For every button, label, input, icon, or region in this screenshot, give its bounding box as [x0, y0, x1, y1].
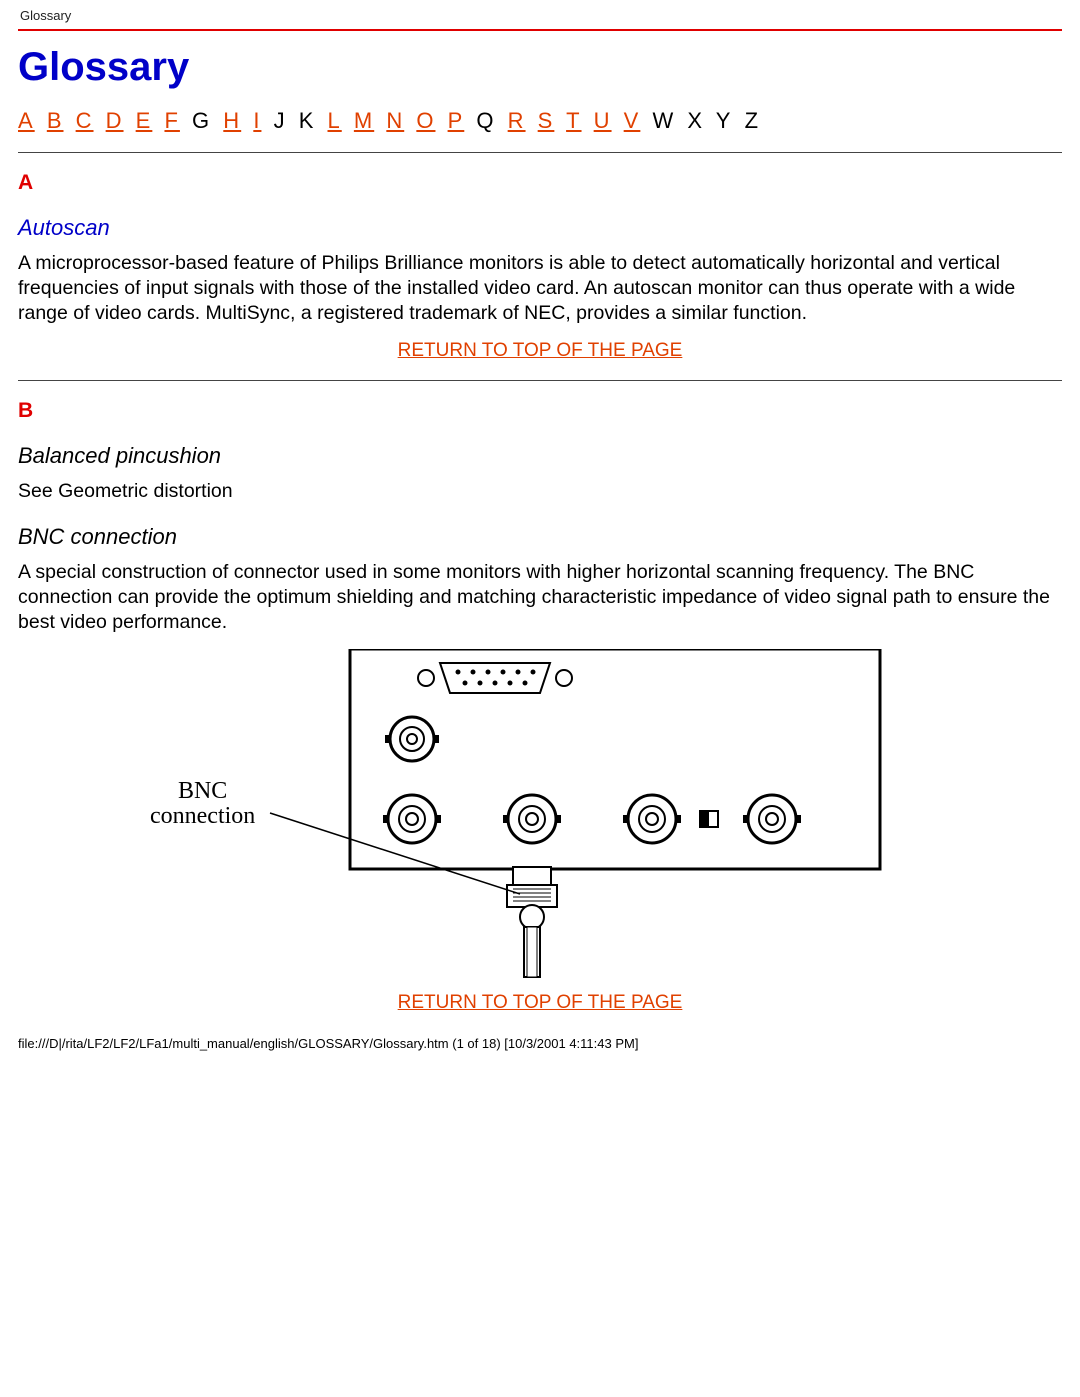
- page-title: Glossary: [18, 45, 1062, 90]
- alpha-index: A B C D E F G H I J K L M N O P Q R S T …: [18, 108, 1062, 134]
- alpha-letter-q: Q: [476, 108, 495, 133]
- alpha-letter-y: Y: [716, 108, 733, 133]
- alpha-letter-w: W: [652, 108, 675, 133]
- alpha-letter-v[interactable]: V: [624, 108, 641, 133]
- header-divider: [18, 29, 1062, 31]
- alpha-letter-m[interactable]: M: [354, 108, 374, 133]
- divider: [18, 152, 1062, 153]
- section-letter-a: A: [18, 171, 1062, 195]
- alpha-letter-u[interactable]: U: [594, 108, 612, 133]
- alpha-letter-r[interactable]: R: [508, 108, 526, 133]
- desc-bnc-connection: A special construction of connector used…: [18, 560, 1062, 635]
- alpha-letter-g: G: [192, 108, 211, 133]
- return-top-link[interactable]: RETURN TO TOP OF THE PAGE: [398, 340, 683, 361]
- alpha-letter-d[interactable]: D: [106, 108, 124, 133]
- alpha-letter-b[interactable]: B: [47, 108, 64, 133]
- section-letter-b: B: [18, 399, 1062, 423]
- alpha-letter-i[interactable]: I: [253, 108, 261, 133]
- alpha-letter-o[interactable]: O: [416, 108, 435, 133]
- term-bnc-connection: BNC connection: [18, 524, 1062, 550]
- alpha-letter-x: X: [687, 108, 704, 133]
- return-top-link[interactable]: RETURN TO TOP OF THE PAGE: [398, 992, 683, 1013]
- alpha-letter-z: Z: [745, 108, 760, 133]
- bnc-diagram: BNC connection: [160, 649, 920, 984]
- footer-path: file:///D|/rita/LF2/LF2/LFa1/multi_manua…: [18, 1036, 1062, 1051]
- alpha-letter-s[interactable]: S: [538, 108, 555, 133]
- alpha-letter-k: K: [299, 108, 316, 133]
- bnc-diagram-label: BNC connection: [150, 779, 255, 829]
- return-link-1[interactable]: RETURN TO TOP OF THE PAGE: [18, 340, 1062, 362]
- alpha-letter-a[interactable]: A: [18, 108, 35, 133]
- alpha-letter-p[interactable]: P: [448, 108, 465, 133]
- page-header-small: Glossary: [20, 8, 1062, 23]
- alpha-letter-j: J: [274, 108, 287, 133]
- desc-autoscan: A microprocessor-based feature of Philip…: [18, 251, 1062, 326]
- return-link-2[interactable]: RETURN TO TOP OF THE PAGE: [18, 992, 1062, 1014]
- term-balanced-pincushion: Balanced pincushion: [18, 443, 1062, 469]
- alpha-letter-c[interactable]: C: [76, 108, 94, 133]
- alpha-letter-h[interactable]: H: [223, 108, 241, 133]
- bnc-plug: [507, 867, 557, 977]
- alpha-letter-f[interactable]: F: [164, 108, 179, 133]
- alpha-letter-t[interactable]: T: [566, 108, 581, 133]
- desc-balanced-pincushion: See Geometric distortion: [18, 479, 1062, 504]
- bnc-diagram-svg: [160, 649, 920, 979]
- alpha-letter-l[interactable]: L: [328, 108, 342, 133]
- divider: [18, 380, 1062, 381]
- alpha-letter-e[interactable]: E: [136, 108, 153, 133]
- alpha-letter-n[interactable]: N: [386, 108, 404, 133]
- term-autoscan: Autoscan: [18, 215, 1062, 241]
